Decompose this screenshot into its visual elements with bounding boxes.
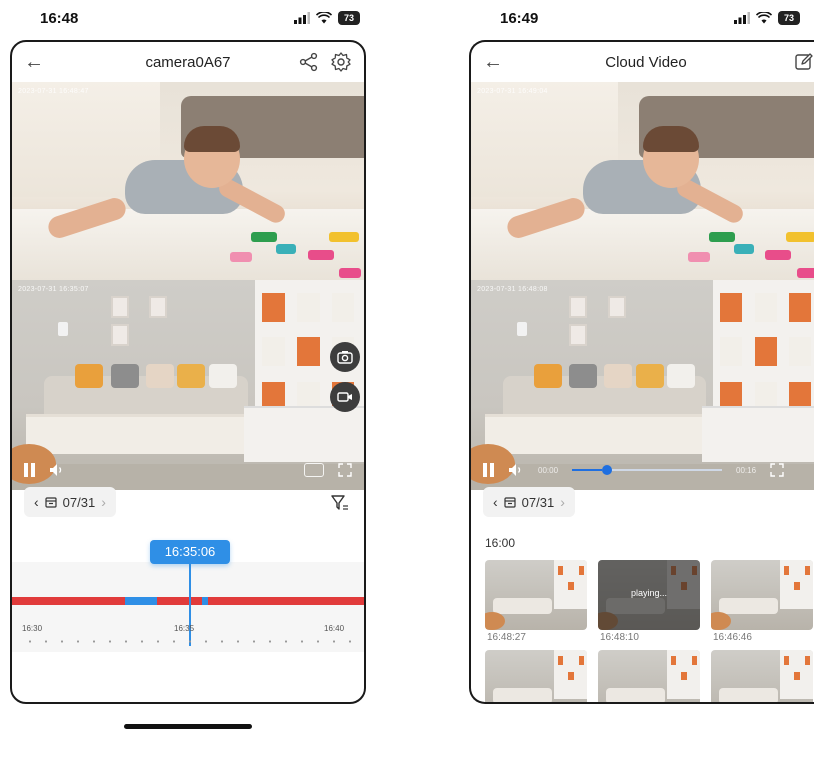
date-selector[interactable]: ‹ 07/31 › xyxy=(483,487,575,517)
player-controls: 00:00 00:16 xyxy=(471,452,814,488)
feed-timestamp: 2023-07-31 16:35:07 xyxy=(18,286,89,293)
home-indicator[interactable] xyxy=(124,724,252,729)
status-time: 16:48 xyxy=(40,9,79,27)
player-controls xyxy=(12,452,364,488)
event-segment[interactable] xyxy=(202,597,208,605)
edit-icon[interactable] xyxy=(793,51,814,73)
chevron-right-icon[interactable]: › xyxy=(560,494,565,510)
cloud-feed-baby[interactable]: 2023-07-31 16:49:04 xyxy=(471,82,814,280)
page-title: Cloud Video xyxy=(605,53,687,71)
cloud-video-screen: ← Cloud Video 2023-07-31 16:49:04 2023-0… xyxy=(469,40,814,704)
clip-time: 16:48:27 xyxy=(487,632,526,643)
status-icons: 73 xyxy=(734,11,800,25)
signal-icon xyxy=(734,12,750,24)
clip-thumbnail[interactable] xyxy=(485,650,587,702)
signal-icon xyxy=(294,12,310,24)
volume-icon[interactable] xyxy=(49,463,65,477)
status-bar-right: 16:49 73 xyxy=(500,6,800,30)
calendar-icon xyxy=(45,497,57,508)
timeline-ticks xyxy=(22,640,354,643)
battery-icon: 73 xyxy=(338,11,360,25)
calendar-icon xyxy=(504,497,516,508)
tick-label: 16:30 xyxy=(22,624,43,633)
pause-icon[interactable] xyxy=(24,463,35,477)
current-time-bubble: 16:35:06 xyxy=(150,540,230,564)
arrow-left-icon[interactable]: ← xyxy=(483,50,507,74)
clip-thumbnail[interactable] xyxy=(711,650,813,702)
record-button[interactable] xyxy=(330,382,360,412)
fullscreen-icon[interactable] xyxy=(338,463,352,477)
video-icon xyxy=(337,392,352,402)
pause-icon[interactable] xyxy=(483,463,494,477)
seek-bar[interactable] xyxy=(572,465,723,475)
date-label: 07/31 xyxy=(521,494,555,510)
total-time: 00:16 xyxy=(736,465,757,475)
clip-thumbnail[interactable]: playing... xyxy=(598,560,700,630)
wifi-icon xyxy=(756,12,772,24)
nav-bar: ← camera0A67 xyxy=(12,42,364,82)
wifi-icon xyxy=(316,12,332,24)
volume-icon[interactable] xyxy=(508,463,524,477)
clip-time: 16:46:46 xyxy=(713,632,752,643)
date-selector[interactable]: ‹ 07/31 › xyxy=(24,487,116,517)
seek-handle[interactable] xyxy=(602,465,613,475)
camera-feed-baby[interactable]: 2023-07-31 16:48:47 xyxy=(12,82,364,280)
clip-thumbnail[interactable] xyxy=(485,560,587,630)
chevron-left-icon[interactable]: ‹ xyxy=(493,494,498,510)
chevron-left-icon[interactable]: ‹ xyxy=(34,494,39,510)
snapshot-button[interactable] xyxy=(330,342,360,372)
chevron-right-icon[interactable]: › xyxy=(101,494,106,510)
tick-label: 16:40 xyxy=(324,624,345,633)
arrow-left-icon[interactable]: ← xyxy=(24,50,48,74)
filter-icon[interactable] xyxy=(330,493,350,513)
feed-timestamp: 2023-07-31 16:48:47 xyxy=(18,88,89,95)
nav-bar: ← Cloud Video xyxy=(471,42,814,82)
camera-icon xyxy=(337,351,353,364)
feed-timestamp: 2023-07-31 16:48:08 xyxy=(477,286,548,293)
elapsed-time: 00:00 xyxy=(538,465,559,475)
tick-label: 16:35 xyxy=(174,624,195,633)
fullscreen-icon[interactable] xyxy=(770,463,784,477)
playing-label: playing... xyxy=(630,588,668,598)
gear-icon[interactable] xyxy=(330,51,352,73)
feed-timestamp: 2023-07-31 16:49:04 xyxy=(477,88,548,95)
battery-icon: 73 xyxy=(778,11,800,25)
resolution-icon[interactable] xyxy=(304,463,324,477)
status-icons: 73 xyxy=(294,11,360,25)
status-bar-left: 16:48 73 xyxy=(40,6,360,30)
recording-track[interactable] xyxy=(12,597,364,605)
share-icon[interactable] xyxy=(298,51,320,73)
status-time: 16:49 xyxy=(500,9,539,27)
clip-thumbnail[interactable] xyxy=(598,650,700,702)
timeline-cursor[interactable] xyxy=(189,562,191,646)
timeline[interactable] xyxy=(12,562,364,652)
event-segment[interactable] xyxy=(125,597,157,605)
date-label: 07/31 xyxy=(62,494,96,510)
hour-section-label: 16:00 xyxy=(485,536,516,550)
page-title: camera0A67 xyxy=(145,53,231,71)
live-view-screen: ← camera0A67 2023-07-31 16:48:47 2023-07… xyxy=(10,40,366,704)
clip-time: 16:48:10 xyxy=(600,632,639,643)
clip-thumbnail[interactable] xyxy=(711,560,813,630)
